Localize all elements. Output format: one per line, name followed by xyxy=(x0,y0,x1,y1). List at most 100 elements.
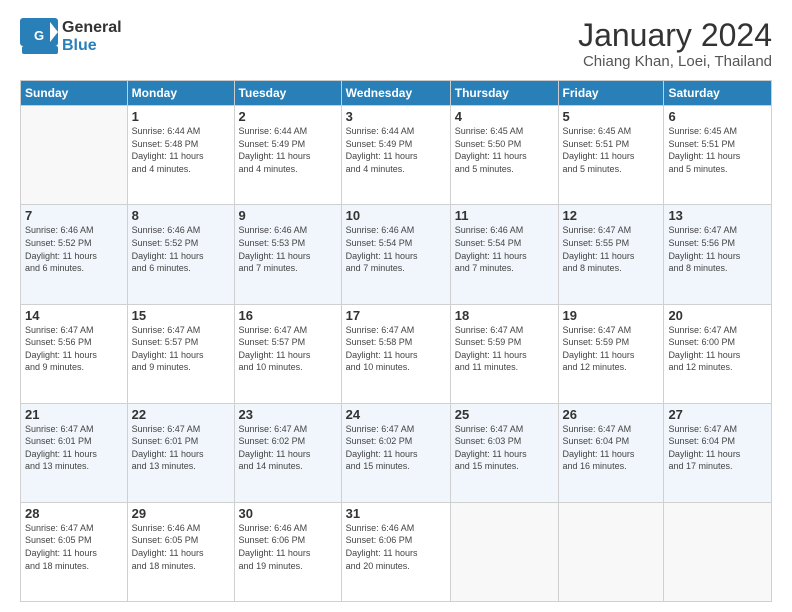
table-cell: 2Sunrise: 6:44 AM Sunset: 5:49 PM Daylig… xyxy=(234,106,341,205)
day-info: Sunrise: 6:44 AM Sunset: 5:48 PM Dayligh… xyxy=(132,125,230,175)
table-cell: 1Sunrise: 6:44 AM Sunset: 5:48 PM Daylig… xyxy=(127,106,234,205)
table-cell: 7Sunrise: 6:46 AM Sunset: 5:52 PM Daylig… xyxy=(21,205,128,304)
col-monday: Monday xyxy=(127,81,234,106)
day-info: Sunrise: 6:45 AM Sunset: 5:51 PM Dayligh… xyxy=(563,125,660,175)
table-cell: 4Sunrise: 6:45 AM Sunset: 5:50 PM Daylig… xyxy=(450,106,558,205)
day-info: Sunrise: 6:47 AM Sunset: 5:55 PM Dayligh… xyxy=(563,224,660,274)
day-number: 23 xyxy=(239,407,337,422)
day-info: Sunrise: 6:47 AM Sunset: 5:57 PM Dayligh… xyxy=(239,324,337,374)
day-info: Sunrise: 6:47 AM Sunset: 5:57 PM Dayligh… xyxy=(132,324,230,374)
table-cell: 29Sunrise: 6:46 AM Sunset: 6:05 PM Dayli… xyxy=(127,502,234,601)
col-sunday: Sunday xyxy=(21,81,128,106)
day-number: 20 xyxy=(668,308,767,323)
day-number: 17 xyxy=(346,308,446,323)
day-number: 7 xyxy=(25,208,123,223)
table-cell: 26Sunrise: 6:47 AM Sunset: 6:04 PM Dayli… xyxy=(558,403,664,502)
day-number: 6 xyxy=(668,109,767,124)
day-info: Sunrise: 6:46 AM Sunset: 6:06 PM Dayligh… xyxy=(239,522,337,572)
day-info: Sunrise: 6:47 AM Sunset: 6:02 PM Dayligh… xyxy=(346,423,446,473)
day-info: Sunrise: 6:45 AM Sunset: 5:50 PM Dayligh… xyxy=(455,125,554,175)
table-cell: 21Sunrise: 6:47 AM Sunset: 6:01 PM Dayli… xyxy=(21,403,128,502)
table-row: 21 Sunrise: 6:47 AM Sunset: 6:01 PM Dayli… xyxy=(21,403,772,502)
day-number: 16 xyxy=(239,308,337,323)
table-row: 7Sunrise: 6:46 AM Sunset: 5:52 PM Daylig… xyxy=(21,205,772,304)
table-cell: 11Sunrise: 6:46 AM Sunset: 5:54 PM Dayli… xyxy=(450,205,558,304)
day-number: 28 xyxy=(25,506,123,521)
day-info: Sunrise: 6:47 AM Sunset: 6:04 PM Dayligh… xyxy=(563,423,660,473)
table-cell xyxy=(450,502,558,601)
day-info: Sunrise: 6:47 AM Sunset: 6:02 PM Dayligh… xyxy=(239,423,337,473)
title-section: January 2024 Chiang Khan, Loei, Thailand xyxy=(578,18,772,70)
day-info: Sunrise: 6:46 AM Sunset: 6:06 PM Dayligh… xyxy=(346,522,446,572)
table-cell: 24Sunrise: 6:47 AM Sunset: 6:02 PM Dayli… xyxy=(341,403,450,502)
header-row: Sunday Monday Tuesday Wednesday Thursday… xyxy=(21,81,772,106)
table-cell: 16Sunrise: 6:47 AM Sunset: 5:57 PM Dayli… xyxy=(234,304,341,403)
table-cell xyxy=(21,106,128,205)
day-info: Sunrise: 6:46 AM Sunset: 6:05 PM Dayligh… xyxy=(132,522,230,572)
table-cell xyxy=(664,502,772,601)
day-info: Sunrise: 6:47 AM Sunset: 5:56 PM Dayligh… xyxy=(668,224,767,274)
header: G General Blue January 2024 Chiang Khan,… xyxy=(20,18,772,70)
day-number: 31 xyxy=(346,506,446,521)
col-wednesday: Wednesday xyxy=(341,81,450,106)
table-cell: 28Sunrise: 6:47 AM Sunset: 6:05 PM Dayli… xyxy=(21,502,128,601)
table-cell: 3Sunrise: 6:44 AM Sunset: 5:49 PM Daylig… xyxy=(341,106,450,205)
table-row: 14Sunrise: 6:47 AM Sunset: 5:56 PM Dayli… xyxy=(21,304,772,403)
table-cell: 30Sunrise: 6:46 AM Sunset: 6:06 PM Dayli… xyxy=(234,502,341,601)
col-friday: Friday xyxy=(558,81,664,106)
day-info: Sunrise: 6:47 AM Sunset: 6:03 PM Dayligh… xyxy=(455,423,554,473)
table-cell: 14Sunrise: 6:47 AM Sunset: 5:56 PM Dayli… xyxy=(21,304,128,403)
table-cell: 20Sunrise: 6:47 AM Sunset: 6:00 PM Dayli… xyxy=(664,304,772,403)
day-info: Sunrise: 6:47 AM Sunset: 6:01 PM Dayligh… xyxy=(132,423,230,473)
table-cell: 23Sunrise: 6:47 AM Sunset: 6:02 PM Dayli… xyxy=(234,403,341,502)
table-cell: 25Sunrise: 6:47 AM Sunset: 6:03 PM Dayli… xyxy=(450,403,558,502)
table-cell: 13Sunrise: 6:47 AM Sunset: 5:56 PM Dayli… xyxy=(664,205,772,304)
day-number: 9 xyxy=(239,208,337,223)
day-info: Sunrise: 6:44 AM Sunset: 5:49 PM Dayligh… xyxy=(346,125,446,175)
table-cell: 19Sunrise: 6:47 AM Sunset: 5:59 PM Dayli… xyxy=(558,304,664,403)
day-number: 4 xyxy=(455,109,554,124)
day-info: Sunrise: 6:47 AM Sunset: 5:59 PM Dayligh… xyxy=(563,324,660,374)
day-info: Sunrise: 6:44 AM Sunset: 5:49 PM Dayligh… xyxy=(239,125,337,175)
day-number: 11 xyxy=(455,208,554,223)
svg-text:G: G xyxy=(34,28,44,43)
day-number: 26 xyxy=(563,407,660,422)
day-info: Sunrise: 6:46 AM Sunset: 5:54 PM Dayligh… xyxy=(346,224,446,274)
day-number: 8 xyxy=(132,208,230,223)
day-number: 18 xyxy=(455,308,554,323)
table-cell: 27Sunrise: 6:47 AM Sunset: 6:04 PM Dayli… xyxy=(664,403,772,502)
day-number: 10 xyxy=(346,208,446,223)
table-cell: 15Sunrise: 6:47 AM Sunset: 5:57 PM Dayli… xyxy=(127,304,234,403)
day-info: Sunrise: 6:47 AM Sunset: 6:00 PM Dayligh… xyxy=(668,324,767,374)
logo-blue: Blue xyxy=(62,37,122,55)
day-number: 24 xyxy=(346,407,446,422)
day-number: 27 xyxy=(668,407,767,422)
day-info: Sunrise: 6:47 AM Sunset: 5:58 PM Dayligh… xyxy=(346,324,446,374)
calendar-table: Sunday Monday Tuesday Wednesday Thursday… xyxy=(20,80,772,602)
table-row: 28Sunrise: 6:47 AM Sunset: 6:05 PM Dayli… xyxy=(21,502,772,601)
table-cell: 10Sunrise: 6:46 AM Sunset: 5:54 PM Dayli… xyxy=(341,205,450,304)
table-row: 1Sunrise: 6:44 AM Sunset: 5:48 PM Daylig… xyxy=(21,106,772,205)
table-cell xyxy=(558,502,664,601)
day-number: 19 xyxy=(563,308,660,323)
day-number: 25 xyxy=(455,407,554,422)
day-info: Sunrise: 6:46 AM Sunset: 5:53 PM Dayligh… xyxy=(239,224,337,274)
table-cell: 8Sunrise: 6:46 AM Sunset: 5:52 PM Daylig… xyxy=(127,205,234,304)
day-info: Sunrise: 6:46 AM Sunset: 5:52 PM Dayligh… xyxy=(132,224,230,274)
day-info: Sunrise: 6:47 AM Sunset: 6:05 PM Dayligh… xyxy=(25,522,123,572)
table-cell: 12Sunrise: 6:47 AM Sunset: 5:55 PM Dayli… xyxy=(558,205,664,304)
logo: G General Blue xyxy=(20,18,122,56)
day-number: 21 xyxy=(25,407,123,422)
day-number: 2 xyxy=(239,109,337,124)
table-cell: 17Sunrise: 6:47 AM Sunset: 5:58 PM Dayli… xyxy=(341,304,450,403)
table-cell: 6Sunrise: 6:45 AM Sunset: 5:51 PM Daylig… xyxy=(664,106,772,205)
day-number: 30 xyxy=(239,506,337,521)
col-thursday: Thursday xyxy=(450,81,558,106)
day-info: Sunrise: 6:47 AM Sunset: 5:56 PM Dayligh… xyxy=(25,324,123,374)
day-info: Sunrise: 6:46 AM Sunset: 5:52 PM Dayligh… xyxy=(25,224,123,274)
day-info: Sunrise: 6:46 AM Sunset: 5:54 PM Dayligh… xyxy=(455,224,554,274)
logo-general: General xyxy=(62,19,122,37)
day-number: 3 xyxy=(346,109,446,124)
table-cell: 31Sunrise: 6:46 AM Sunset: 6:06 PM Dayli… xyxy=(341,502,450,601)
day-number: 22 xyxy=(132,407,230,422)
